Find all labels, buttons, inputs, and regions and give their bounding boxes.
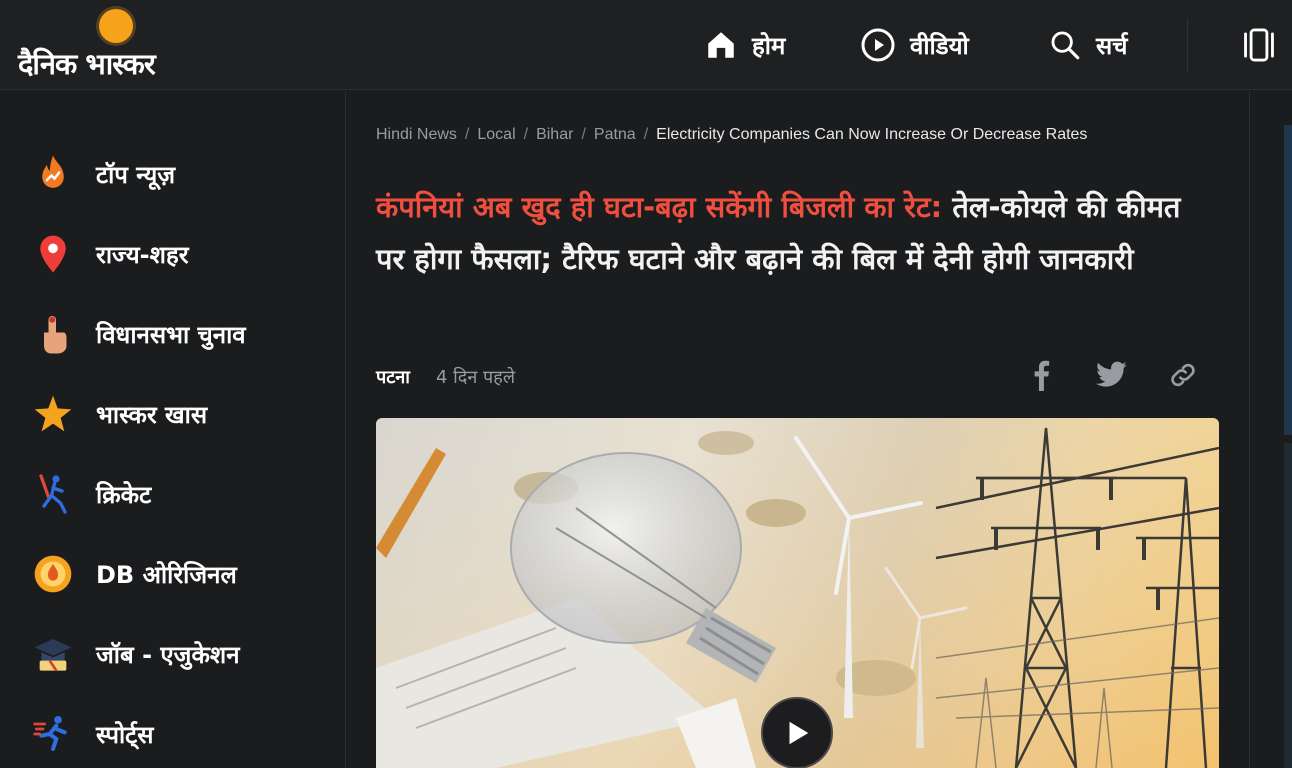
- facebook-icon: [1034, 360, 1050, 391]
- article-city[interactable]: पटना: [376, 365, 410, 389]
- play-circle-icon: [861, 28, 895, 62]
- home-icon: [708, 32, 734, 58]
- sidebar-item-label: जॉब - एजुकेशन: [96, 640, 240, 669]
- menu-button[interactable]: [1240, 26, 1278, 64]
- nav-search-label: सर्च: [1096, 31, 1128, 60]
- breadcrumb: Hindi News / Local / Bihar / Patna / Electricity…: [376, 126, 1087, 144]
- fire-trend-icon: [32, 153, 74, 195]
- sidebar-item-db-original[interactable]: DB ओरिजिनल: [32, 550, 237, 598]
- breadcrumb-link[interactable]: Local: [477, 126, 515, 143]
- runner-icon: [32, 713, 74, 755]
- play-icon: [789, 721, 809, 745]
- article-hero-image[interactable]: [376, 418, 1219, 768]
- breadcrumb-separator: /: [643, 126, 649, 143]
- breadcrumb-link[interactable]: Hindi News: [376, 126, 457, 143]
- nav-home-link[interactable]: होम: [704, 24, 785, 66]
- sun-logo-icon: [99, 9, 133, 43]
- article-time: 4 दिन पहले: [435, 367, 516, 388]
- video-play-button[interactable]: [761, 697, 833, 768]
- article-meta: पटना 4 दिन पहले: [376, 365, 515, 389]
- sidebar-item-label: भास्कर खास: [96, 400, 208, 429]
- nav-video-link[interactable]: वीडियो: [860, 24, 969, 66]
- sidebar-item-label: टॉप न्यूज़: [96, 160, 176, 189]
- sidebar-item-label: स्पोर्ट्स: [96, 720, 154, 749]
- logo-text: दैनिक भास्कर: [18, 47, 156, 81]
- breadcrumb-separator: /: [581, 126, 586, 143]
- article-main: Hindi News / Local / Bihar / Patna / Electricity…: [347, 91, 1249, 768]
- right-rail: [1249, 91, 1292, 768]
- copy-link-button[interactable]: [1165, 357, 1201, 393]
- sidebar-item-cricket[interactable]: क्रिकेट: [32, 470, 151, 518]
- nav-divider: [1187, 18, 1188, 72]
- site-logo[interactable]: दैनिक भास्कर: [18, 9, 218, 82]
- breadcrumb-separator: /: [523, 126, 529, 143]
- cricket-icon: [32, 473, 74, 515]
- sidebar-item-label: विधानसभा चुनाव: [96, 320, 246, 349]
- breadcrumb-link[interactable]: Patna: [594, 126, 636, 143]
- sidebar-item-bhaskar-khas[interactable]: भास्कर खास: [32, 390, 207, 438]
- breadcrumb-current: Electricity Companies Can Now Increase O…: [656, 126, 1088, 143]
- graduation-cap-icon: [32, 633, 74, 675]
- nav-home-label: होम: [752, 31, 786, 60]
- menu-panels-icon: [1244, 28, 1274, 62]
- right-rail-ad-strip: [1284, 125, 1292, 435]
- sidebar-item-job-education[interactable]: जॉब - एजुकेशन: [32, 630, 240, 678]
- link-icon: [1171, 363, 1195, 387]
- breadcrumb-separator: /: [464, 126, 470, 143]
- nav-search-link[interactable]: सर्च: [1048, 24, 1127, 66]
- db-original-icon: [32, 553, 74, 595]
- sidebar: टॉप न्यूज़ राज्य-शहर विधानसभा चुनाव भास्…: [0, 91, 346, 768]
- article-headline: कंपनियां अब खुद ही घटा-बढ़ा सकेंगी बिजली…: [376, 181, 1216, 285]
- sidebar-item-states[interactable]: राज्य-शहर: [32, 230, 189, 278]
- sidebar-item-label: DB ओरिजिनल: [96, 560, 237, 589]
- share-facebook-button[interactable]: [1023, 357, 1059, 393]
- sidebar-item-top-news[interactable]: टॉप न्यूज़: [32, 150, 175, 198]
- headline-highlight: कंपनियां अब खुद ही घटा-बढ़ा सकेंगी बिजली…: [376, 190, 943, 224]
- sidebar-item-sports[interactable]: स्पोर्ट्स: [32, 710, 154, 758]
- share-twitter-button[interactable]: [1094, 357, 1130, 393]
- top-header: दैनिक भास्कर होम वीडियो सर्च: [0, 0, 1292, 90]
- nav-video-label: वीडियो: [910, 31, 969, 60]
- location-pin-icon: [32, 233, 74, 275]
- breadcrumb-link[interactable]: Bihar: [536, 126, 573, 143]
- right-rail-ad-strip: [1284, 443, 1292, 768]
- search-icon: [1051, 31, 1080, 60]
- sidebar-item-label: क्रिकेट: [96, 480, 152, 509]
- star-icon: [32, 393, 74, 435]
- sidebar-item-elections[interactable]: विधानसभा चुनाव: [32, 310, 246, 358]
- vote-finger-icon: [32, 313, 74, 355]
- sidebar-item-label: राज्य-शहर: [96, 240, 189, 269]
- twitter-icon: [1096, 361, 1127, 387]
